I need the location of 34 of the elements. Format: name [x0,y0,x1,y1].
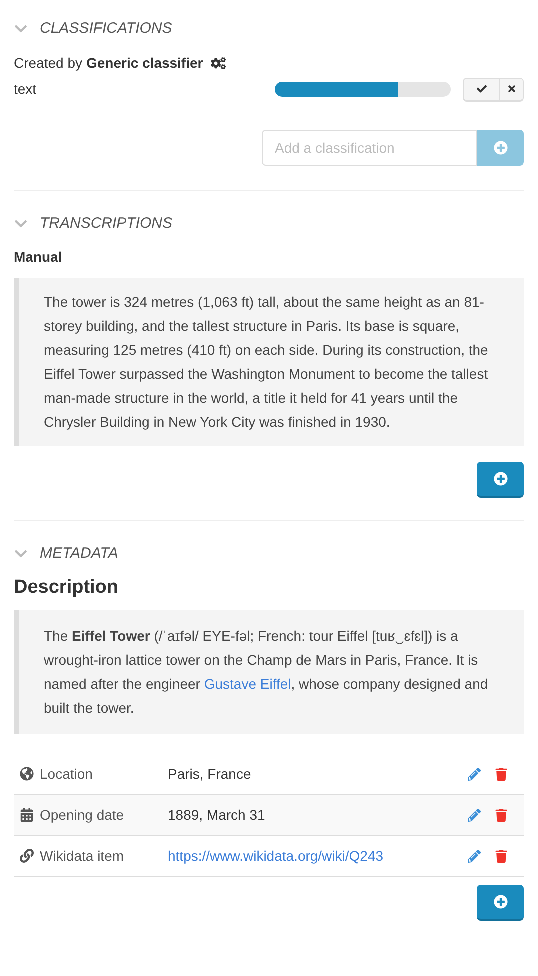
description-heading: Description [14,576,120,600]
plus-icon [494,140,508,154]
delete-icon[interactable] [495,850,508,862]
delete-icon[interactable] [495,768,508,780]
classification-input[interactable]: Add a classification [262,130,477,166]
edit-icon[interactable] [468,850,481,862]
created-by-label: Created by [14,54,82,73]
metadata-value: Paris, France [168,766,252,782]
classifier-name: Generic classifier [86,54,204,72]
metadata-value: 1889, March 31 [168,806,266,822]
description-text: The Eiffel Tower (/ˈaɪfəl/ EYE-fəl; French: tour Eiffel [tuʁ‿ɛfɛl]) is a wrought-iron lattice tower on the Champ de Mars in Paris, France. It is named after the engineer Gustave Eiffel, whose company designed and built the tower. [44,627,490,718]
plus-icon [494,472,508,486]
cogs-icon [211,56,226,70]
edit-icon[interactable] [468,808,481,822]
edit-icon[interactable] [468,768,481,780]
close-icon [506,84,516,94]
section-title: CLASSIFICATIONS [40,19,172,39]
metadata-link[interactable]: https://www.wikidata.org/wiki/Q243 [168,848,384,864]
section-title: TRANSCRIPTIONS [40,214,173,234]
metadata-name: Wikidata item [40,846,126,866]
engineer-link[interactable]: Gustave Eiffel [204,676,292,692]
check-icon [476,84,486,94]
reject-button[interactable] [500,78,523,100]
plus-icon [494,895,508,909]
add-button[interactable] [477,885,524,921]
metadata-name: Opening date [40,806,126,825]
delete-icon[interactable] [495,808,508,822]
metadata-name: Location [40,764,94,784]
validate-button[interactable] [464,78,500,100]
classification-label: text [14,80,38,99]
transcription-quote: The tower is 324 metres (1,063 ft) tall, about the same height as an 81-storey building, and the tallest structure in Paris. Its base is square, measuring 125 metres (410 ft) on each side. During its construction, the Eiffel Tower surpassed the Washington Monument to become the tallest man-made structure in the world, a title it held for 41 years until the Chrysler Building in New York City was finished in 1930. [14,278,524,446]
add-button[interactable] [477,462,524,498]
section-title: METADATA [40,544,118,564]
transcription-heading: Manual [14,248,64,267]
